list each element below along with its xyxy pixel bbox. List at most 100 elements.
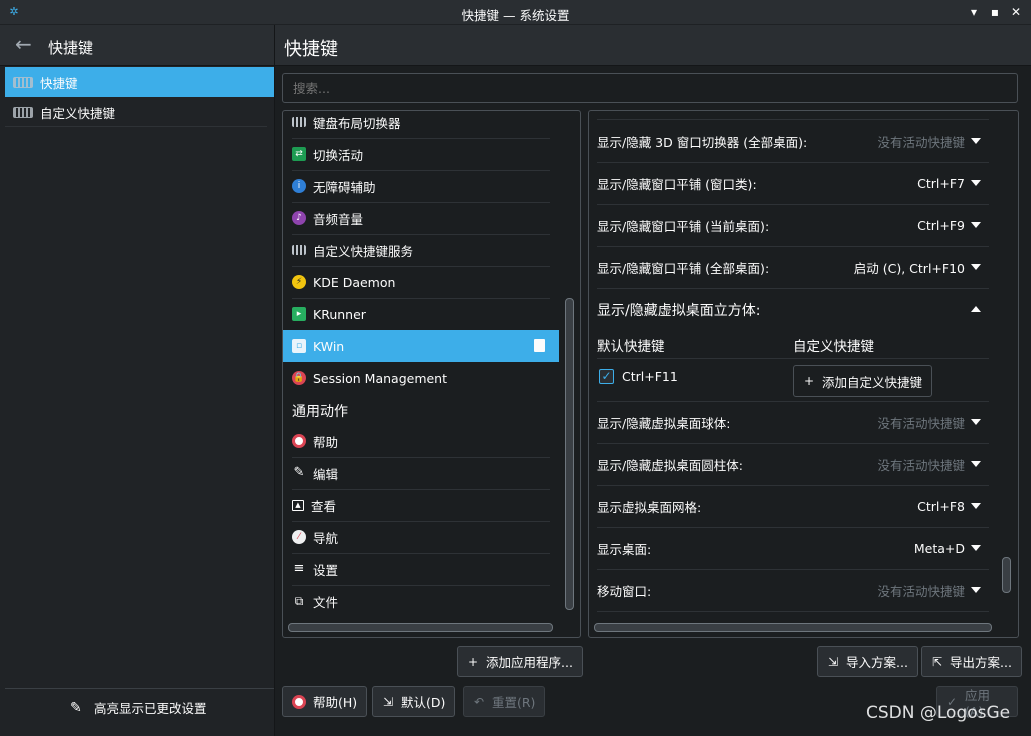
- minimize-icon[interactable]: ▾: [966, 4, 982, 20]
- shortcut-row[interactable]: 显示虚拟桌面网格: Ctrl+F8: [597, 486, 989, 528]
- shortcut-label: 显示/隐藏 3D 窗口切换器 (全部桌面):: [597, 135, 808, 150]
- chevron-down-icon[interactable]: [971, 503, 981, 509]
- sidebar-item-shortcuts[interactable]: 快捷键: [5, 67, 274, 97]
- button-label: 添加自定义快捷键: [822, 374, 923, 390]
- keyboard-icon: [13, 76, 33, 88]
- component-item-activities[interactable]: ⇄ 切换活动: [283, 138, 559, 170]
- component-item-label: KDE Daemon: [313, 274, 396, 290]
- component-item-label: 查看: [311, 498, 337, 514]
- export-icon: ⇱: [931, 654, 943, 669]
- shortcut-row-expanded[interactable]: 显示/隐藏虚拟桌面立方体:: [597, 289, 989, 331]
- horizontal-scrollbar[interactable]: [594, 623, 992, 632]
- component-item-help[interactable]: 帮助: [283, 425, 559, 457]
- help-button[interactable]: 帮助(H): [282, 686, 368, 717]
- keyboard-icon: [292, 117, 306, 127]
- component-item-krunner[interactable]: ▸ KRunner: [283, 298, 559, 330]
- search-input[interactable]: [282, 73, 1018, 103]
- group-title-common-actions: 通用动作: [292, 404, 348, 420]
- shortcut-row[interactable]: 显示/隐藏窗口平铺 (窗口类): Ctrl+F7: [597, 163, 989, 205]
- window-titlebar: ✲ 快捷键 — 系统设置 ▾ ▪ ✕: [0, 0, 1031, 25]
- chevron-down-icon[interactable]: [971, 222, 981, 228]
- shortcut-row[interactable]: 移动窗口: 没有活动快捷键: [597, 570, 989, 612]
- export-scheme-button[interactable]: ⇱ 导出方案...: [921, 646, 1022, 677]
- lock-icon: 🔒: [292, 371, 306, 385]
- component-item-kde-daemon[interactable]: ⚡ KDE Daemon: [283, 266, 559, 298]
- vertical-scrollbar[interactable]: [565, 298, 574, 610]
- accessibility-icon: i: [292, 179, 306, 193]
- table-row: [597, 111, 989, 120]
- watermark: CSDN @LogosGe: [866, 703, 1011, 723]
- shortcut-label: 显示/隐藏虚拟桌面立方体:: [597, 303, 761, 319]
- chevron-up-icon[interactable]: [971, 306, 981, 312]
- shortcut-list: 显示/隐藏 3D 窗口切换器 (全部桌面): 没有活动快捷键 显示/隐藏窗口平铺…: [588, 110, 1019, 638]
- main-header: 快捷键: [275, 25, 1031, 66]
- maximize-icon[interactable]: ▪: [987, 4, 1003, 20]
- component-item-session-management[interactable]: 🔒 Session Management: [283, 362, 559, 394]
- sidebar-item-label: 快捷键: [40, 75, 78, 91]
- trash-icon[interactable]: [534, 339, 545, 352]
- button-label: 添加应用程序...: [486, 655, 573, 670]
- window-title: 快捷键 — 系统设置: [461, 8, 570, 23]
- component-item-label: 切换活动: [313, 147, 364, 163]
- chevron-down-icon[interactable]: [971, 545, 981, 551]
- vertical-scrollbar[interactable]: [1002, 557, 1011, 593]
- shortcut-label: 显示/隐藏窗口平铺 (全部桌面):: [597, 261, 770, 276]
- component-item-label: 编辑: [313, 466, 339, 482]
- component-item-edit[interactable]: ✎ 编辑: [283, 457, 559, 489]
- chevron-down-icon[interactable]: [971, 138, 981, 144]
- button-label: 重置(R): [492, 695, 536, 710]
- component-item-label: KRunner: [313, 306, 366, 322]
- component-item-file[interactable]: ⧉ 文件: [283, 585, 559, 617]
- chevron-down-icon[interactable]: [971, 419, 981, 425]
- chevron-down-icon[interactable]: [971, 587, 981, 593]
- shortcut-label: 显示/隐藏窗口平铺 (窗口类):: [597, 177, 757, 192]
- horizontal-scrollbar[interactable]: [288, 623, 553, 632]
- shortcut-row[interactable]: 显示桌面: Meta+D: [597, 528, 989, 570]
- component-item-audio-volume[interactable]: ♪ 音频音量: [283, 202, 559, 234]
- highlight-changed-settings-button[interactable]: ✎ 高亮显示已更改设置: [70, 698, 207, 717]
- component-item-label: 文件: [313, 594, 339, 610]
- default-shortcut-value: Ctrl+F11: [622, 369, 678, 384]
- component-item-label: 自定义快捷键服务: [313, 243, 414, 259]
- shortcut-row[interactable]: 显示/隐藏 3D 窗口切换器 (全部桌面): 没有活动快捷键: [597, 121, 989, 163]
- component-item-accessibility[interactable]: i 无障碍辅助: [283, 170, 559, 202]
- shortcut-row[interactable]: 显示/隐藏虚拟桌面圆柱体: 没有活动快捷键: [597, 444, 989, 486]
- chevron-down-icon[interactable]: [971, 264, 981, 270]
- add-application-button[interactable]: + 添加应用程序...: [457, 646, 583, 677]
- component-item-custom-shortcut-service[interactable]: 自定义快捷键服务: [283, 234, 559, 266]
- sidebar-item-custom-shortcuts[interactable]: 自定义快捷键: [5, 97, 274, 127]
- component-item-label: 键盘布局切换器: [313, 115, 401, 131]
- kde-daemon-icon: ⚡: [292, 275, 306, 289]
- divider: [5, 126, 267, 127]
- shortcut-row[interactable]: 显示/隐藏窗口平铺 (全部桌面): 启动 (C), Ctrl+F10: [597, 247, 989, 289]
- chevron-down-icon[interactable]: [971, 461, 981, 467]
- defaults-button[interactable]: ⇲ 默认(D): [372, 686, 456, 717]
- shortcut-label: 显示/隐藏虚拟桌面圆柱体:: [597, 458, 743, 473]
- shortcut-row[interactable]: 显示/隐藏虚拟桌面球体: 没有活动快捷键: [597, 402, 989, 444]
- close-icon[interactable]: ✕: [1008, 4, 1024, 20]
- help-lifebuoy-icon: [292, 434, 306, 448]
- component-item-kwin[interactable]: ▫ KWin: [283, 330, 559, 362]
- chevron-down-icon[interactable]: [971, 180, 981, 186]
- shortcut-row[interactable]: 显示/隐藏窗口平铺 (当前桌面): Ctrl+F9: [597, 205, 989, 247]
- sidebar: ← 快捷键 快捷键 自定义快捷键 ✎ 高亮显示已更改设置: [0, 25, 275, 736]
- component-item-navigation[interactable]: ⁄ 导航: [283, 521, 559, 553]
- highlighter-icon: ✎: [70, 699, 82, 716]
- shortcut-value: Ctrl+F9: [917, 218, 965, 233]
- reset-button[interactable]: ↶ 重置(R): [463, 686, 546, 717]
- shortcut-label: 显示虚拟桌面网格:: [597, 500, 702, 515]
- add-custom-shortcut-button[interactable]: + 添加自定义快捷键: [793, 365, 933, 397]
- view-image-icon: ▲: [292, 499, 304, 511]
- import-scheme-button[interactable]: ⇲ 导入方案...: [817, 646, 918, 677]
- button-label: 帮助(H): [313, 695, 358, 710]
- back-arrow-icon[interactable]: ←: [15, 34, 32, 54]
- default-shortcut-checkbox[interactable]: ✓: [599, 369, 614, 384]
- component-item-view[interactable]: ▲ 查看: [283, 489, 559, 521]
- component-item-settings[interactable]: ≡ 设置: [283, 553, 559, 585]
- shortcut-value: 没有活动快捷键: [877, 584, 965, 599]
- component-item-label: 导航: [313, 530, 339, 546]
- keyboard-icon: [292, 245, 306, 255]
- sidebar-item-label: 自定义快捷键: [40, 105, 116, 121]
- shortcut-value: Meta+D: [913, 541, 965, 556]
- component-item-keyboard-layout[interactable]: 键盘布局切换器: [283, 111, 559, 138]
